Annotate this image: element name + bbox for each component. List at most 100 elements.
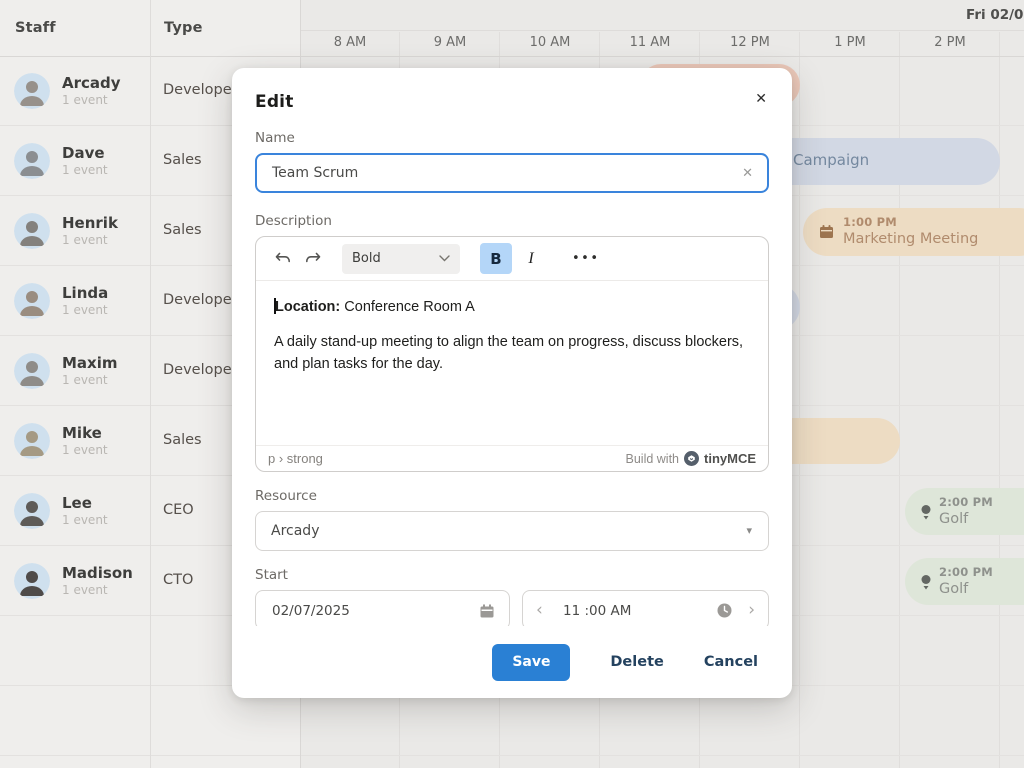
tinymce-label: tinyMCE <box>704 451 756 466</box>
save-button[interactable]: Save <box>492 644 570 681</box>
table-header: Staff Type <box>0 0 300 56</box>
event-marketing-meeting[interactable]: 1:00 PM Marketing Meeting <box>803 208 1024 256</box>
rich-text-editor: Bold B I ••• Location: Conference Room A… <box>255 236 769 472</box>
editor-statusbar: p › strong Build with tinyMCE <box>256 445 768 471</box>
editor-toolbar: Bold B I ••• <box>256 237 768 281</box>
caret-down-icon: ▾ <box>746 524 752 537</box>
event-text: 2:00 PM Golf <box>939 565 993 599</box>
staff-name: Lee <box>62 494 92 512</box>
avatar <box>14 73 50 109</box>
staff-type: Developer <box>163 82 238 98</box>
start-date-input[interactable]: 02/07/2025 <box>255 590 510 626</box>
staff-type: CEO <box>163 502 194 518</box>
time-header-1pm: 1 PM <box>800 35 900 50</box>
staff-type: CTO <box>163 572 193 588</box>
description-label: Description <box>255 213 769 229</box>
bold-text: Location: <box>275 299 340 315</box>
more-toolbar-icon[interactable]: ••• <box>572 251 600 266</box>
event-time: 2:00 PM <box>939 495 993 510</box>
staff-event-count: 1 event <box>62 583 108 597</box>
staff-type: Sales <box>163 222 202 238</box>
staff-event-count: 1 event <box>62 513 108 527</box>
time-header-11am: 11 AM <box>600 35 700 50</box>
redo-icon[interactable] <box>298 244 328 274</box>
delete-button[interactable]: Delete <box>610 654 663 670</box>
dialog-body: Edit ✕ Name Team Scrum ✕ Description Bol… <box>232 68 792 626</box>
element-path[interactable]: p › strong <box>268 451 323 466</box>
avatar <box>14 143 50 179</box>
staff-type: Developer <box>163 362 238 378</box>
event-title: Golf <box>939 510 993 529</box>
edit-event-dialog: Edit ✕ Name Team Scrum ✕ Description Bol… <box>232 68 792 698</box>
staff-type: Sales <box>163 432 202 448</box>
avatar <box>14 563 50 599</box>
event-text: 2:00 PM Golf <box>939 495 993 529</box>
build-with-text: Build with <box>626 452 680 466</box>
dialog-footer: Save Delete Cancel <box>232 626 792 698</box>
calendar-icon[interactable] <box>479 603 495 619</box>
avatar <box>14 283 50 319</box>
format-value: Bold <box>352 251 381 266</box>
staff-name: Henrik <box>62 214 118 232</box>
staff-event-count: 1 event <box>62 443 108 457</box>
undo-icon[interactable] <box>268 244 298 274</box>
time-header-9am: 9 AM <box>400 35 500 50</box>
avatar <box>14 353 50 389</box>
staff-event-count: 1 event <box>62 303 108 317</box>
calendar-icon <box>819 224 834 239</box>
staff-name: Dave <box>62 144 105 162</box>
avatar <box>14 213 50 249</box>
resource-select[interactable]: Arcady ▾ <box>255 511 769 551</box>
bold-button[interactable]: B <box>480 243 512 274</box>
format-select[interactable]: Bold <box>342 244 460 274</box>
staff-name: Linda <box>62 284 108 302</box>
time-header-8am: 8 AM <box>300 35 400 50</box>
editor-paragraph: A daily stand-up meeting to align the te… <box>274 332 750 376</box>
dialog-title: Edit <box>255 68 769 112</box>
divider <box>300 30 1024 31</box>
date-header: Fri 02/07 <box>966 7 1024 23</box>
italic-button[interactable]: I <box>516 243 546 274</box>
event-golf-lee[interactable]: 2:00 PM Golf <box>905 488 1024 535</box>
clock-icon[interactable] <box>717 603 732 618</box>
editor-paragraph: Location: Conference Room A <box>274 297 750 319</box>
name-label: Name <box>255 130 769 146</box>
staff-name: Mike <box>62 424 102 442</box>
event-text: 1:00 PM Marketing Meeting <box>843 215 978 249</box>
time-header-2pm: 2 PM <box>900 35 1000 50</box>
scheduler-app: Staff Type Fri 02/07 8 AM 9 AM 10 AM 11 … <box>0 0 1024 768</box>
staff-type: Sales <box>163 152 202 168</box>
cancel-button[interactable]: Cancel <box>704 654 758 670</box>
time-next-icon[interactable]: › <box>748 599 755 621</box>
event-time: 2:00 PM <box>939 565 993 580</box>
time-header-10am: 10 AM <box>500 35 600 50</box>
close-icon[interactable]: ✕ <box>755 92 767 106</box>
start-label: Start <box>255 567 769 583</box>
staff-name: Arcady <box>62 74 121 92</box>
time-prev-icon[interactable]: ‹ <box>536 599 543 621</box>
editor-content[interactable]: Location: Conference Room A A daily stan… <box>256 281 768 447</box>
name-input[interactable]: Team Scrum ✕ <box>255 153 769 193</box>
event-title: Campaign <box>793 151 869 169</box>
staff-type: Developer <box>163 292 238 308</box>
clear-icon[interactable]: ✕ <box>742 166 753 181</box>
type-column-header: Type <box>164 20 203 36</box>
start-time-value: 11 :00 AM <box>563 603 631 619</box>
tinymce-branding[interactable]: Build with tinyMCE <box>626 451 757 466</box>
golf-icon <box>919 504 933 520</box>
start-fields: 02/07/2025 ‹ 11 :00 AM › <box>255 590 769 626</box>
avatar <box>14 423 50 459</box>
time-header-12pm: 12 PM <box>700 35 800 50</box>
paragraph-text: Conference Room A <box>340 299 475 315</box>
event-title: Golf <box>939 580 993 599</box>
chevron-down-icon <box>439 255 450 262</box>
event-golf-madison[interactable]: 2:00 PM Golf <box>905 558 1024 605</box>
event-title: Marketing Meeting <box>843 230 978 249</box>
staff-event-count: 1 event <box>62 93 108 107</box>
staff-name: Maxim <box>62 354 118 372</box>
staff-event-count: 1 event <box>62 163 108 177</box>
start-time-input[interactable]: ‹ 11 :00 AM › <box>522 590 769 626</box>
tinymce-logo-icon <box>684 451 699 466</box>
staff-column-header: Staff <box>15 20 56 36</box>
staff-name: Madison <box>62 564 133 582</box>
